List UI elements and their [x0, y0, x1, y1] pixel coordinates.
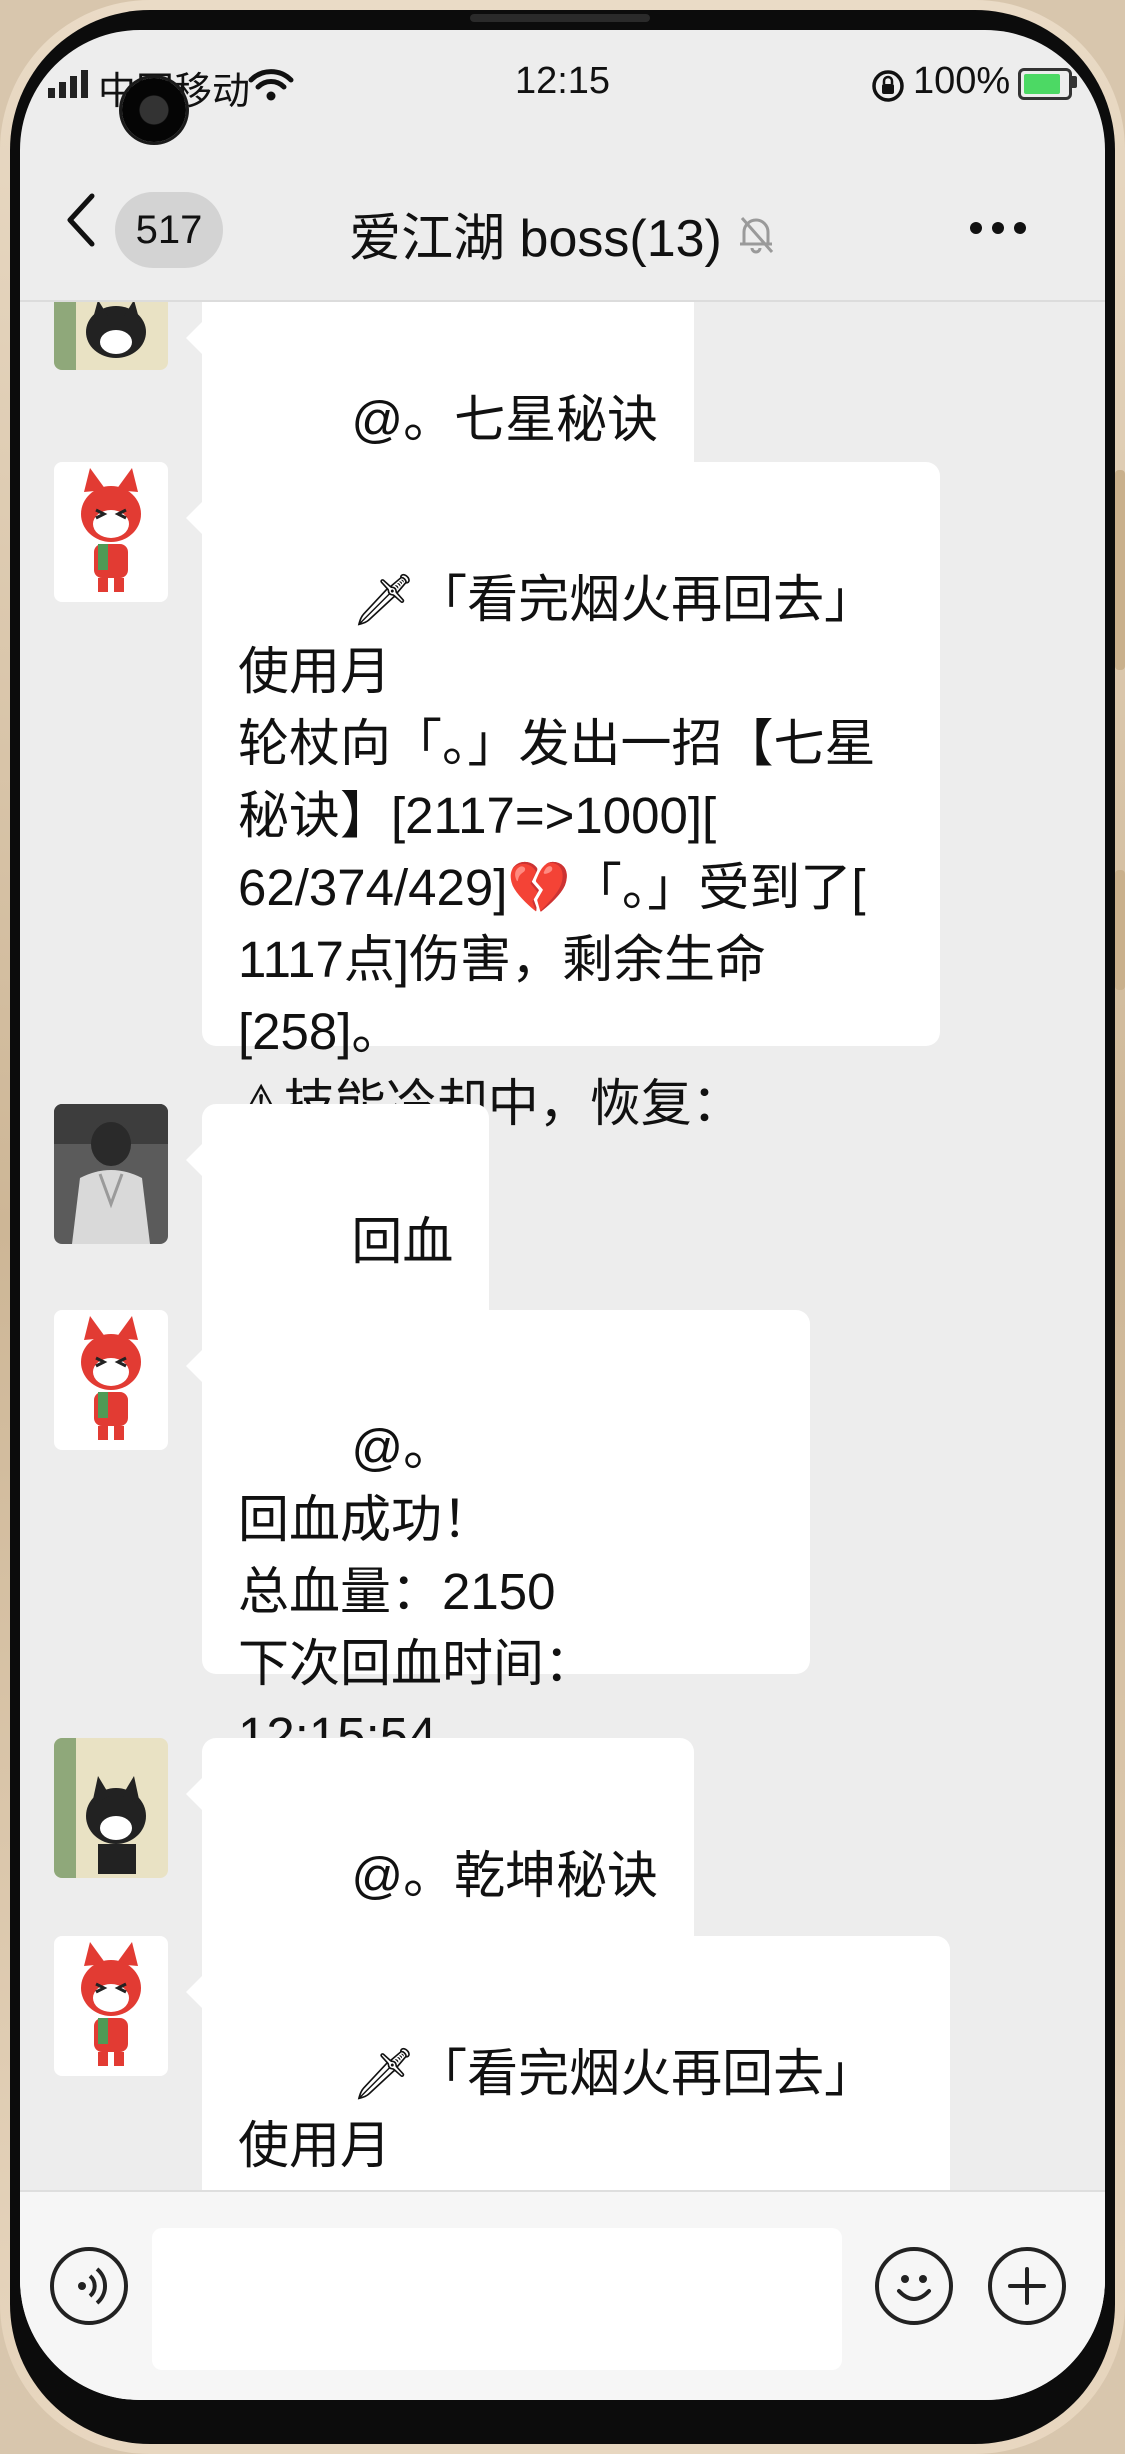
rotation-lock-icon	[872, 70, 904, 102]
red-fox-avatar[interactable]	[54, 462, 168, 602]
message-bubble[interactable]: 🗡「看完烟火再回去」使用月 轮杖向「。」发出一招【乾坤 秘诀】[2351=>10…	[186, 1936, 950, 2190]
more-options-button[interactable]	[970, 218, 1030, 238]
message-list[interactable]: @。七星秘诀 🗡「看完烟火再回去」使用月 轮杖向「。」发出一招【七星 秘诀】[2…	[20, 302, 1105, 2190]
message-input-bar	[20, 2190, 1105, 2400]
smiley-icon	[897, 2275, 931, 2301]
voice-input-button[interactable]	[50, 2247, 128, 2325]
message-text: 回血	[351, 1213, 454, 1270]
battery-percent: 100%	[913, 60, 1011, 102]
more-functions-button[interactable]	[988, 2247, 1066, 2325]
volume-button	[1115, 470, 1125, 670]
message-bubble[interactable]: 🗡「看完烟火再回去」使用月 轮杖向「。」发出一招【七星 秘诀】[2117=>10…	[186, 462, 940, 1204]
mute-bell-icon	[739, 216, 773, 253]
red-fox-avatar[interactable]	[54, 1936, 168, 2076]
status-bar: 中国移动 12:15 100%	[20, 30, 1105, 142]
plus-icon	[1008, 2267, 1046, 2305]
chat-title-container: 爱江湖 boss(13)	[20, 196, 1105, 271]
message-text-input[interactable]	[152, 2228, 842, 2370]
chat-title: 爱江湖 boss(13)	[349, 210, 722, 268]
message-text: @。 回血成功！ 总血量：2150 下次回血时间：12:15:54	[238, 1419, 596, 1764]
message-text: 🗡「看完烟火再回去」使用月 轮杖向「。」发出一招【乾坤 秘诀】[2351=>10…	[238, 2045, 876, 2190]
cat-avatar[interactable]	[54, 1738, 168, 1878]
message-text: @。乾坤秘诀	[351, 1847, 659, 1904]
earpiece-speaker	[470, 14, 650, 22]
red-fox-avatar[interactable]	[54, 1310, 168, 1450]
message-bubble[interactable]: @。 回血成功！ 总血量：2150 下次回血时间：12:15:54	[186, 1310, 810, 1764]
battery-icon	[1018, 68, 1072, 100]
message-text: @。七星秘诀	[351, 391, 659, 448]
photo-avatar[interactable]	[54, 1104, 168, 1244]
cat-avatar[interactable]	[54, 302, 168, 370]
chat-screen: 中国移动 12:15 100% 517 爱江湖 boss(13)	[20, 30, 1105, 2400]
emoji-button[interactable]	[875, 2247, 953, 2325]
battery-cap	[1072, 76, 1077, 88]
voice-wave-icon	[78, 2267, 108, 2305]
chat-header: 517 爱江湖 boss(13)	[20, 140, 1105, 302]
power-button	[1115, 870, 1125, 990]
